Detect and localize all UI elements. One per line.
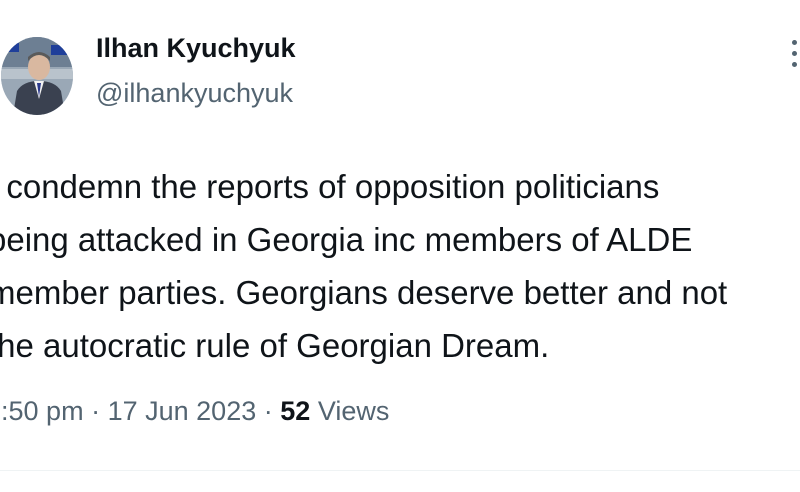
author-display-name[interactable]: Ilhan Kyuchyuk (96, 33, 296, 64)
tweet-meta: 6:50 pm · 17 Jun 2023 · 52 Views (0, 396, 389, 427)
tweet-line: being attacked in Georgia inc members of… (0, 221, 693, 258)
meta-separator: · (91, 396, 101, 426)
author-handle[interactable]: @ilhankyuchyuk (96, 78, 293, 109)
tweet-line: the autocratic rule of Georgian Dream. (0, 327, 550, 364)
views-label: Views (317, 396, 390, 426)
tweet-line: member parties. Georgians deserve better… (0, 274, 728, 311)
divider (0, 470, 800, 471)
tweet-text: I condemn the reports of opposition poli… (0, 160, 800, 372)
tweet-time[interactable]: 6:50 pm (0, 396, 84, 426)
tweet-line: I condemn the reports of opposition poli… (0, 168, 660, 205)
more-options-icon[interactable] (788, 40, 800, 68)
views-count: 52 (280, 396, 311, 426)
meta-separator: · (263, 396, 273, 426)
profile-photo-icon (1, 37, 73, 115)
avatar[interactable] (1, 37, 73, 115)
tweet-date[interactable]: 17 Jun 2023 (108, 396, 257, 426)
tweet-card: Ilhan Kyuchyuk @ilhankyuchyuk I condemn … (0, 0, 800, 492)
